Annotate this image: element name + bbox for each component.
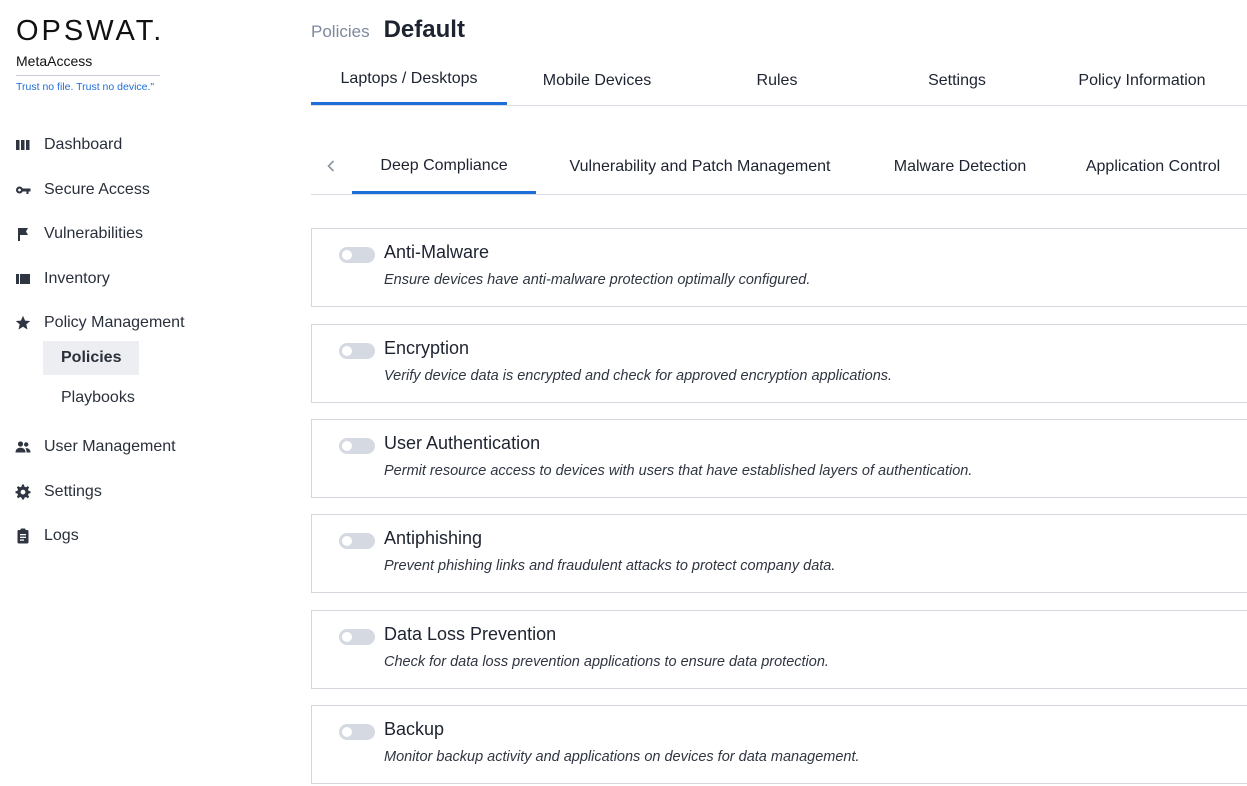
card-title: User Authentication (384, 433, 541, 453)
compliance-card-encryption: Encryption Verify device data is encrypt… (311, 324, 1247, 403)
card-description: Ensure devices have anti-malware protect… (384, 272, 811, 288)
sidebar-subitem-policies[interactable]: Policies (43, 341, 140, 375)
sidebar-item-label: User Management (44, 438, 176, 455)
sidebar-subitem-label: Playbooks (61, 389, 135, 406)
sidebar: OPSWAT. MetaAccess Trust no file. Trust … (0, 0, 290, 786)
card-description: Check for data loss prevention applicati… (384, 654, 829, 670)
antiphishing-toggle[interactable] (339, 533, 375, 549)
sidebar-item-settings[interactable]: Settings (14, 480, 102, 504)
tabs-scroll-left-button[interactable] (321, 154, 341, 178)
sidebar-item-label: Dashboard (44, 136, 123, 153)
encryption-toggle[interactable] (339, 343, 375, 359)
tab-mobile-devices[interactable]: Mobile Devices (517, 56, 677, 105)
card-title: Encryption (384, 338, 470, 358)
sidebar-subitem-label: Policies (61, 349, 122, 366)
anti-malware-toggle[interactable] (339, 247, 375, 263)
gear-icon (14, 483, 32, 501)
backup-toggle[interactable] (339, 724, 375, 740)
tab-vulnerability-patch-management[interactable]: Vulnerability and Patch Management (555, 140, 845, 194)
tab-policy-information[interactable]: Policy Information (1057, 56, 1227, 105)
card-title: Antiphishing (384, 528, 483, 548)
dashboard-icon (14, 136, 32, 154)
compliance-card-data-loss-prevention: Data Loss Prevention Check for data loss… (311, 610, 1247, 689)
sidebar-item-label: Vulnerabilities (44, 225, 144, 242)
tab-application-control[interactable]: Application Control (1073, 140, 1233, 194)
card-description: Prevent phishing links and fraudulent at… (384, 558, 836, 574)
key-icon (14, 181, 32, 199)
card-description: Monitor backup activity and applications… (384, 749, 860, 765)
sidebar-item-policy-management[interactable]: Policy Management (14, 311, 185, 335)
breadcrumb[interactable]: Policies (311, 22, 370, 42)
data-loss-prevention-toggle[interactable] (339, 629, 375, 645)
tab-malware-detection[interactable]: Malware Detection (881, 140, 1039, 194)
users-icon (14, 438, 32, 456)
opswat-logo: OPSWAT. (16, 15, 165, 47)
compliance-card-antiphishing: Antiphishing Prevent phishing links and … (311, 514, 1247, 593)
sidebar-item-label: Inventory (44, 270, 110, 287)
star-icon (14, 314, 32, 332)
tab-rules[interactable]: Rules (707, 56, 847, 105)
brand[interactable]: OPSWAT. MetaAccess Trust no file. Trust … (16, 15, 165, 93)
clipboard-icon (14, 527, 32, 545)
sidebar-item-vulnerabilities[interactable]: Vulnerabilities (14, 222, 143, 246)
secondary-tab-bar: Deep Compliance Vulnerability and Patch … (311, 140, 1247, 195)
tab-settings[interactable]: Settings (887, 56, 1027, 105)
card-title: Data Loss Prevention (384, 624, 557, 644)
brand-tagline: Trust no file. Trust no device." (16, 81, 155, 93)
sidebar-item-inventory[interactable]: Inventory (14, 267, 110, 291)
toggle-knob (342, 346, 352, 356)
sidebar-item-label: Settings (44, 483, 102, 500)
compliance-card-anti-malware: Anti-Malware Ensure devices have anti-ma… (311, 228, 1247, 307)
sidebar-item-dashboard[interactable]: Dashboard (14, 133, 122, 157)
sidebar-item-label: Secure Access (44, 181, 150, 198)
compliance-card-backup: Backup Monitor backup activity and appli… (311, 705, 1247, 784)
product-name: MetaAccess (16, 53, 160, 76)
page-title: Default (383, 16, 465, 43)
chevron-left-icon (327, 160, 335, 172)
tab-laptops-desktops[interactable]: Laptops / Desktops (311, 56, 507, 105)
sidebar-item-logs[interactable]: Logs (14, 524, 79, 548)
toggle-knob (342, 250, 352, 260)
sidebar-item-label: Policy Management (44, 314, 185, 331)
sidebar-item-secure-access[interactable]: Secure Access (14, 178, 150, 202)
sidebar-item-user-management[interactable]: User Management (14, 435, 176, 459)
card-description: Verify device data is encrypted and chec… (384, 368, 893, 384)
toggle-knob (342, 727, 352, 737)
flag-icon (14, 225, 32, 243)
tab-deep-compliance[interactable]: Deep Compliance (352, 140, 536, 194)
compliance-card-user-authentication: User Authentication Permit resource acce… (311, 419, 1247, 498)
page-header: Policies Default (311, 16, 465, 46)
card-title: Backup (384, 719, 445, 739)
primary-tab-bar: Laptops / Desktops Mobile Devices Rules … (311, 56, 1247, 106)
toggle-knob (342, 632, 352, 642)
card-description: Permit resource access to devices with u… (384, 463, 973, 479)
sidebar-item-label: Logs (44, 527, 79, 544)
user-authentication-toggle[interactable] (339, 438, 375, 454)
toggle-knob (342, 536, 352, 546)
toggle-knob (342, 441, 352, 451)
sidebar-subitem-playbooks[interactable]: Playbooks (43, 381, 153, 415)
inventory-icon (14, 270, 32, 288)
card-title: Anti-Malware (384, 242, 490, 262)
